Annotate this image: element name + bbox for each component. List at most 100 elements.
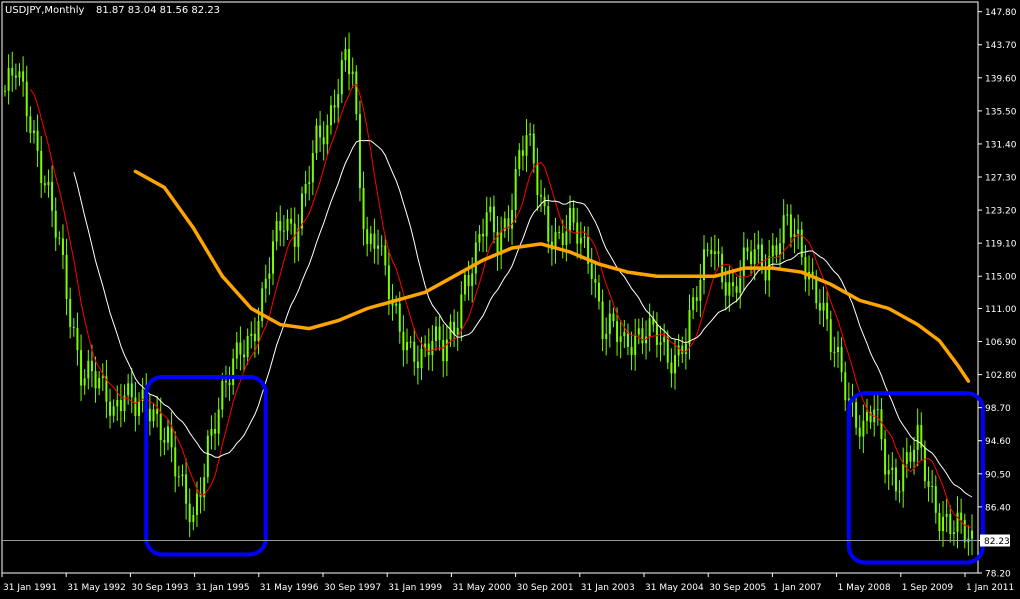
- candle-body: [152, 409, 155, 422]
- candle-body: [221, 381, 224, 410]
- candle-body: [228, 382, 231, 385]
- candle-body: [771, 245, 774, 257]
- candle-body: [818, 303, 821, 311]
- candle-body: [681, 345, 684, 355]
- candle-body: [40, 150, 43, 184]
- candle-body: [427, 343, 430, 356]
- candle-body: [558, 232, 561, 234]
- x-tick-label: 31 May 1992: [67, 583, 126, 593]
- candle-body: [648, 318, 651, 337]
- candle-body: [532, 133, 535, 164]
- candle-body: [862, 420, 865, 437]
- candle-body: [826, 302, 829, 320]
- candle-body: [406, 342, 409, 351]
- candle-body: [960, 512, 963, 520]
- candle-body: [579, 237, 582, 244]
- candle-body: [315, 125, 318, 154]
- x-tick-label: 31 May 2004: [645, 583, 704, 593]
- candle-body: [666, 336, 669, 363]
- candle-body: [518, 150, 521, 170]
- candle-body: [116, 400, 119, 407]
- candle-body: [844, 372, 847, 401]
- candle-body: [829, 319, 832, 352]
- candle-body: [489, 206, 492, 213]
- candle-body: [909, 452, 912, 462]
- x-tick-label: 30 Sep 2005: [709, 583, 766, 593]
- candle-body: [456, 327, 459, 335]
- candle-body: [905, 452, 908, 464]
- candle-body: [333, 105, 336, 108]
- candle-body: [148, 408, 151, 422]
- candle-body: [253, 333, 256, 342]
- candle-body: [36, 130, 39, 151]
- candle-body: [69, 299, 72, 327]
- candle-body: [275, 220, 278, 242]
- candle-body: [101, 376, 104, 379]
- candle-body: [366, 229, 369, 245]
- y-tick-label: 131.40: [985, 140, 1017, 150]
- candle-body: [641, 328, 644, 344]
- candle-body: [235, 342, 238, 359]
- candle-body: [956, 512, 959, 533]
- candle-body: [934, 486, 937, 513]
- y-tick-label: 139.60: [985, 74, 1017, 84]
- candle-body: [398, 303, 401, 332]
- candle-body: [927, 481, 930, 487]
- candle-body: [731, 282, 734, 287]
- candle-body: [659, 342, 662, 345]
- usdjpy-monthly-chart[interactable]: 147.80 143.70 139.60 135.50 131.40 127.30 123.…: [0, 0, 1020, 599]
- candle-body: [431, 340, 434, 356]
- candle-body: [344, 48, 347, 61]
- candle-body: [757, 244, 760, 250]
- x-tick-label: 31 Jan 1991: [3, 583, 57, 593]
- candle-body: [188, 503, 191, 523]
- candle-body: [438, 326, 441, 341]
- candle-body: [174, 447, 177, 477]
- y-tick-label: 78.20: [985, 570, 1011, 580]
- candle-body: [634, 334, 637, 356]
- candle-body: [340, 60, 343, 95]
- candle-body: [166, 426, 169, 443]
- candle-body: [87, 360, 90, 379]
- candle-body: [583, 236, 586, 238]
- candle-body: [420, 348, 423, 369]
- candle-body: [963, 519, 966, 543]
- candle-body: [272, 241, 275, 274]
- candle-body: [217, 409, 220, 434]
- candle-body: [605, 333, 608, 340]
- candle-body: [568, 207, 571, 232]
- candle-body: [264, 278, 267, 289]
- candle-body: [547, 206, 550, 242]
- candle-body: [822, 302, 825, 311]
- candle-body: [445, 339, 448, 362]
- candle-body: [855, 402, 858, 428]
- x-tick-label: 31 Jan 1999: [388, 583, 442, 593]
- candle-body: [250, 333, 253, 336]
- candle-body: [210, 428, 213, 436]
- y-tick-label: 147.80: [985, 8, 1017, 18]
- candle-body: [706, 249, 709, 251]
- candle-body: [561, 232, 564, 245]
- candle-body: [572, 207, 575, 223]
- candle-body: [185, 474, 188, 504]
- candle-body: [134, 397, 137, 417]
- candle-body: [525, 135, 528, 156]
- candle-body: [485, 212, 488, 237]
- candle-body: [804, 257, 807, 280]
- candle-body: [351, 71, 354, 75]
- candle-body: [876, 409, 879, 411]
- candle-body: [377, 245, 380, 249]
- candle-body: [894, 467, 897, 492]
- candle-body: [742, 247, 745, 276]
- candle-body: [156, 409, 159, 414]
- candle-body: [138, 400, 141, 417]
- candle-body: [416, 361, 419, 369]
- candle-body: [710, 249, 713, 255]
- candle-body: [775, 245, 778, 256]
- candle-body: [540, 195, 543, 197]
- candle-body: [674, 355, 677, 374]
- candle-body: [337, 94, 340, 108]
- candle-body: [836, 346, 839, 353]
- candle-body: [833, 351, 836, 353]
- candle-body: [471, 273, 474, 287]
